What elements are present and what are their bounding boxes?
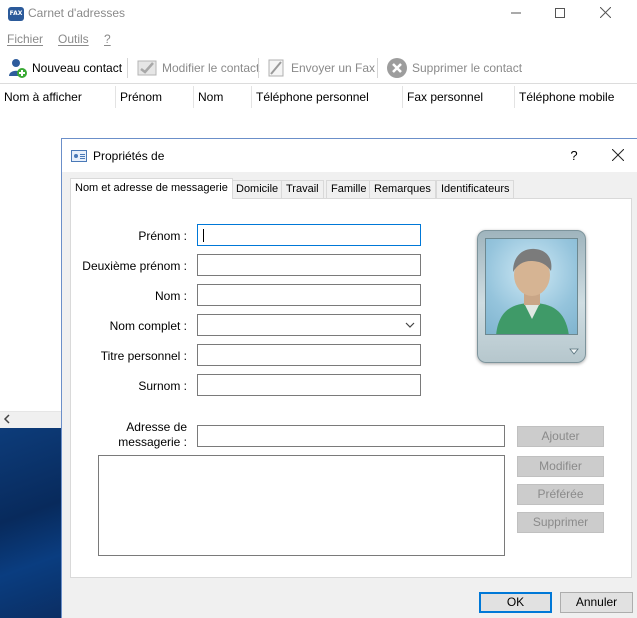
- contact-list-header: Nom à afficher Prénom Nom Téléphone pers…: [0, 86, 637, 108]
- full-name-label: Nom complet :: [109, 319, 187, 333]
- nickname-input[interactable]: [197, 374, 421, 396]
- edit-contact-button[interactable]: Modifier le contact: [136, 55, 259, 81]
- text-caret: [203, 229, 204, 242]
- middle-name-input[interactable]: [197, 254, 421, 276]
- minimize-icon: [511, 12, 521, 14]
- last-name-input[interactable]: [197, 284, 421, 306]
- first-name-input[interactable]: [197, 224, 421, 246]
- properties-dialog: Propriétés de ? Nom et adresse de messag…: [61, 138, 637, 618]
- contact-photo-button[interactable]: [477, 230, 586, 363]
- dialog-title: Propriétés de: [93, 149, 165, 163]
- column-header-last-name[interactable]: Nom: [194, 86, 252, 108]
- nickname-label: Surnom :: [138, 379, 187, 393]
- toolbar-separator: [258, 58, 259, 78]
- person-silhouette-icon: [496, 248, 569, 334]
- tab-identificateurs[interactable]: Identificateurs: [436, 180, 515, 199]
- email-address-input[interactable]: [197, 425, 505, 447]
- email-address-label-line2: messagerie :: [118, 435, 187, 449]
- edit-email-button[interactable]: Modifier: [517, 456, 604, 477]
- desktop-background: [0, 428, 62, 618]
- ok-button[interactable]: OK: [479, 592, 552, 613]
- photo-dropdown-icon[interactable]: [569, 348, 579, 356]
- contact-photo: [485, 238, 578, 335]
- add-email-button[interactable]: Ajouter: [517, 426, 604, 447]
- column-header-mobile-phone[interactable]: Téléphone mobile: [515, 86, 637, 108]
- minimize-button[interactable]: [505, 4, 527, 24]
- send-fax-label: Envoyer un Fax: [291, 61, 376, 75]
- delete-email-button[interactable]: Supprimer: [517, 512, 604, 533]
- delete-contact-icon: [387, 58, 407, 78]
- last-name-label: Nom :: [154, 289, 187, 303]
- delete-contact-label: Supprimer le contact: [412, 61, 523, 75]
- help-button[interactable]: ?: [564, 146, 584, 166]
- tab-travail[interactable]: Travail: [281, 180, 324, 199]
- menu-help[interactable]: ?: [104, 32, 111, 46]
- preferred-email-button[interactable]: Préférée: [517, 484, 604, 505]
- send-fax-icon: [268, 59, 284, 77]
- first-name-label: Prénom :: [138, 229, 187, 243]
- close-icon: [611, 148, 625, 162]
- contact-card-icon: [71, 150, 87, 162]
- column-header-display-name[interactable]: Nom à afficher: [0, 86, 116, 108]
- maximize-icon: [555, 8, 565, 18]
- full-name-combobox[interactable]: [197, 314, 421, 336]
- add-contact-icon: [9, 59, 27, 78]
- tab-remarques[interactable]: Remarques: [369, 180, 436, 199]
- tab-famille[interactable]: Famille: [326, 180, 372, 199]
- column-header-first-name[interactable]: Prénom: [116, 86, 194, 108]
- tab-domicile[interactable]: Domicile: [231, 180, 284, 199]
- dialog-titlebar[interactable]: Propriétés de ?: [62, 139, 637, 172]
- send-fax-button[interactable]: Envoyer un Fax: [265, 55, 375, 81]
- toolbar-separator: [127, 58, 128, 78]
- dialog-close-button[interactable]: [607, 145, 629, 167]
- email-address-list[interactable]: [98, 455, 505, 556]
- close-icon: [599, 6, 611, 19]
- cancel-button[interactable]: Annuler: [560, 592, 633, 613]
- toolbar-separator: [377, 58, 378, 78]
- new-contact-button[interactable]: Nouveau contact: [6, 55, 122, 81]
- email-address-label-line1: Adresse de: [126, 420, 187, 434]
- column-header-home-phone[interactable]: Téléphone personnel: [252, 86, 403, 108]
- menu-fichier[interactable]: Fichier: [7, 32, 43, 46]
- maximize-button[interactable]: [549, 4, 571, 24]
- column-header-home-fax[interactable]: Fax personnel: [403, 86, 515, 108]
- delete-contact-button[interactable]: Supprimer le contact: [386, 55, 522, 81]
- horizontal-scrollbar[interactable]: [0, 411, 62, 428]
- new-contact-label: Nouveau contact: [32, 61, 123, 75]
- personal-title-label: Titre personnel :: [100, 349, 187, 363]
- toolbar: Nouveau contact Modifier le contact Envo…: [0, 52, 637, 84]
- middle-name-label: Deuxième prénom :: [82, 259, 187, 273]
- edit-contact-icon: [137, 60, 157, 76]
- main-titlebar[interactable]: FAX Carnet d'adresses: [0, 0, 637, 28]
- menu-outils[interactable]: Outils: [58, 32, 89, 46]
- main-close-button[interactable]: [594, 4, 616, 24]
- tab-name-email[interactable]: Nom et adresse de messagerie: [70, 178, 233, 199]
- edit-contact-label: Modifier le contact: [162, 61, 260, 75]
- window-title: Carnet d'adresses: [28, 6, 126, 20]
- personal-title-input[interactable]: [197, 344, 421, 366]
- fax-app-icon: FAX: [8, 7, 24, 21]
- chevron-down-icon[interactable]: [405, 318, 415, 332]
- scroll-left-icon[interactable]: [3, 413, 11, 425]
